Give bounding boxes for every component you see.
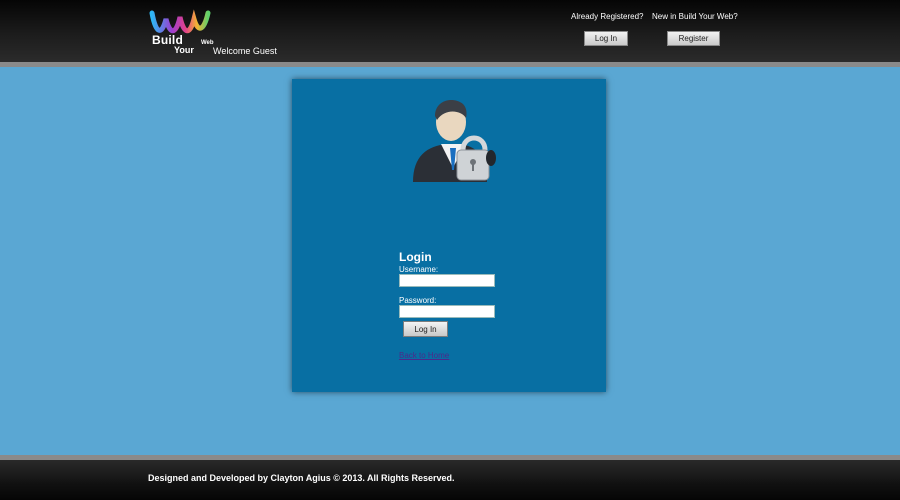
back-to-home-link[interactable]: Back to Home <box>399 351 449 360</box>
already-registered-label: Already Registered? <box>571 12 644 21</box>
header-register-button[interactable]: Register <box>667 31 720 46</box>
site-footer: Designed and Developed by Clayton Agius … <box>0 460 900 500</box>
welcome-text: Welcome Guest <box>213 46 277 56</box>
username-label: Username: <box>399 265 439 274</box>
new-user-label: New in Build Your Web? <box>652 12 738 21</box>
footer-copyright: Designed and Developed by Clayton Agius … <box>148 473 455 483</box>
login-button[interactable]: Log In <box>403 321 448 337</box>
user-lock-icon <box>413 100 496 182</box>
username-input[interactable] <box>399 274 495 287</box>
logo-word-web: Web <box>201 40 214 46</box>
password-input[interactable] <box>399 305 495 318</box>
password-label: Password: <box>399 296 437 305</box>
header-divider <box>0 62 900 67</box>
site-header: Build Your Web Welcome Guest Already Reg… <box>0 0 900 62</box>
login-panel: Login Username: Password: Log In Back to… <box>292 79 606 392</box>
header-login-button[interactable]: Log In <box>584 31 628 46</box>
login-heading: Login <box>399 250 432 264</box>
logo-word-your: Your <box>174 45 194 55</box>
